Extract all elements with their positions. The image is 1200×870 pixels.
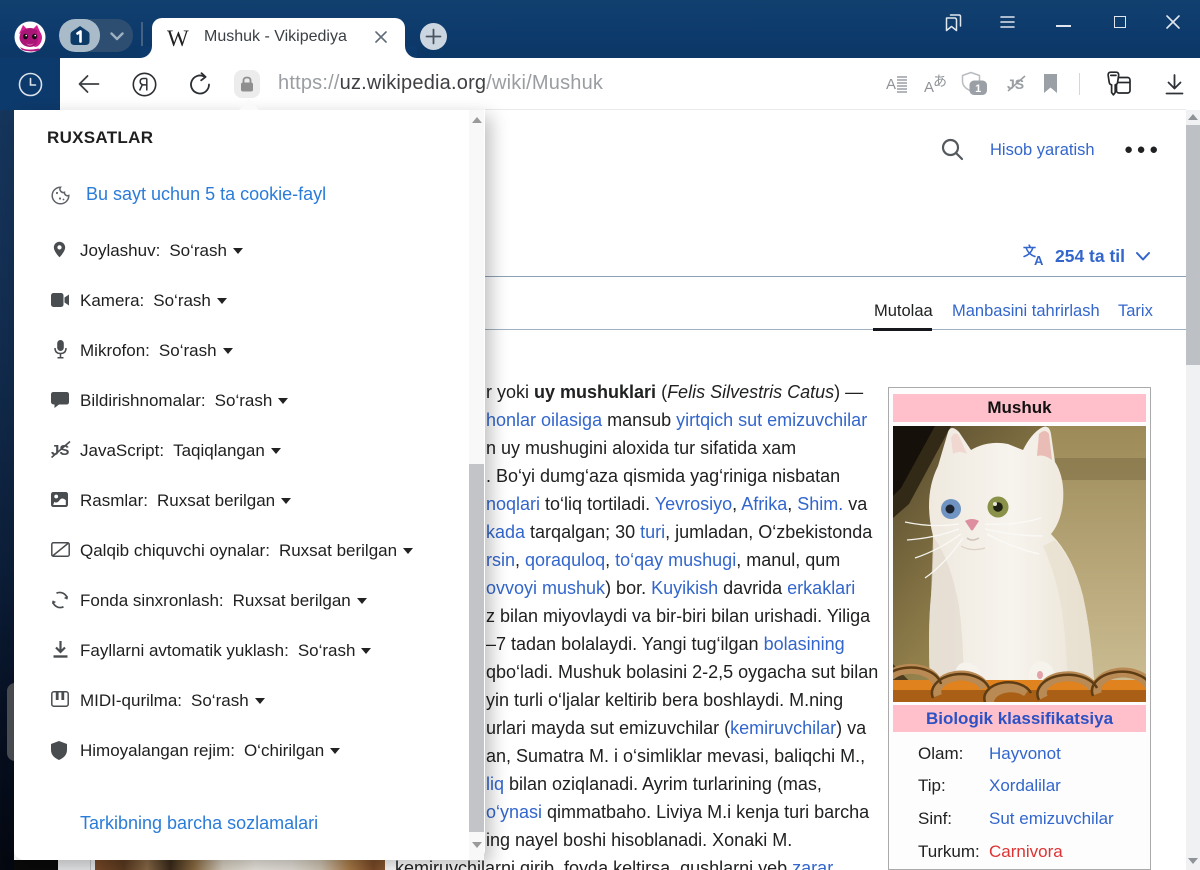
svg-text:あ: あ: [933, 73, 947, 89]
svg-text:A: A: [886, 76, 896, 93]
svg-text:A: A: [1034, 253, 1044, 266]
svg-text:1: 1: [975, 83, 981, 95]
